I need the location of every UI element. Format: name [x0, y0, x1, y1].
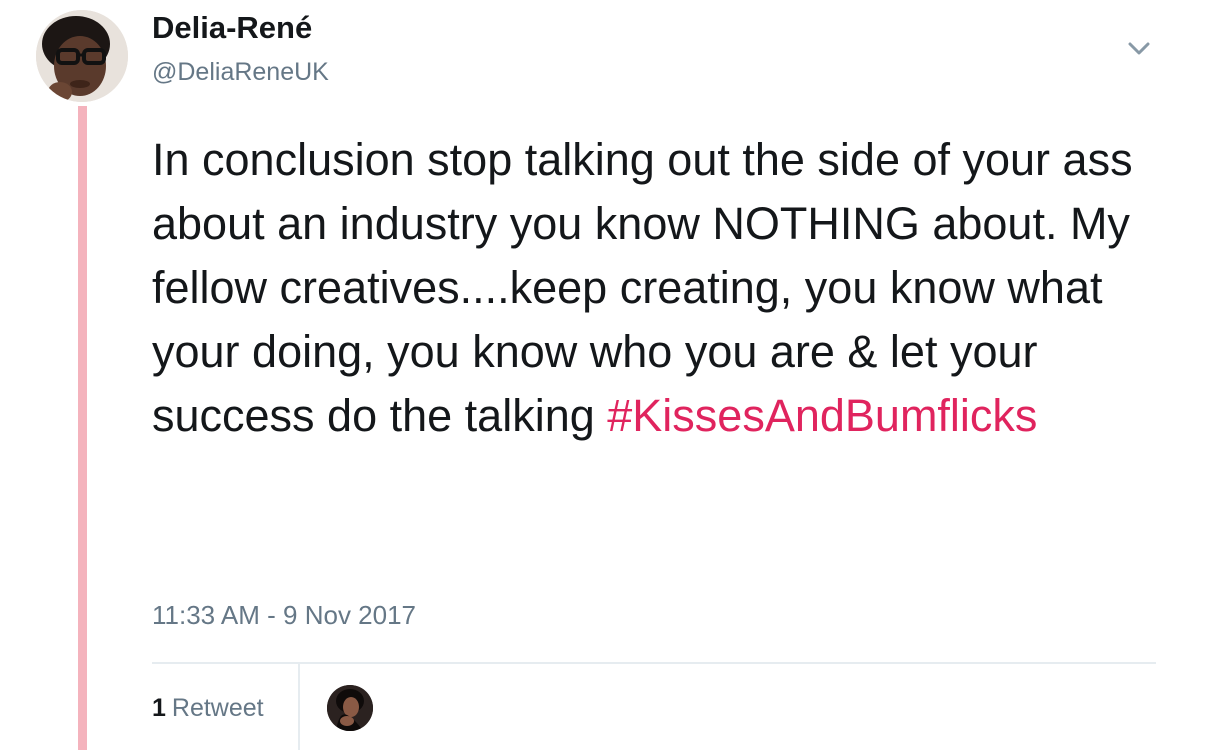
retweeter-avatar[interactable] — [327, 685, 373, 731]
retweet-stat[interactable]: 1 Retweet — [152, 694, 264, 723]
author-avatar[interactable] — [36, 10, 128, 102]
author-display-name[interactable]: Delia-René — [152, 10, 312, 46]
chevron-down-icon[interactable] — [1122, 36, 1156, 62]
tweet-text: In conclusion stop talking out the side … — [152, 128, 1182, 448]
tweet-stats: 1 Retweet — [152, 664, 1156, 750]
retweet-label: Retweet — [171, 694, 264, 722]
tweet-timestamp[interactable]: 11:33 AM - 9 Nov 2017 — [152, 600, 416, 631]
thread-line — [78, 106, 87, 750]
author-handle[interactable]: @DeliaReneUK — [152, 58, 329, 87]
stats-separator — [298, 664, 300, 750]
retweet-count: 1 — [152, 694, 166, 722]
hashtag-link[interactable]: #KissesAndBumflicks — [607, 390, 1037, 441]
author-avatar-image — [36, 10, 128, 102]
